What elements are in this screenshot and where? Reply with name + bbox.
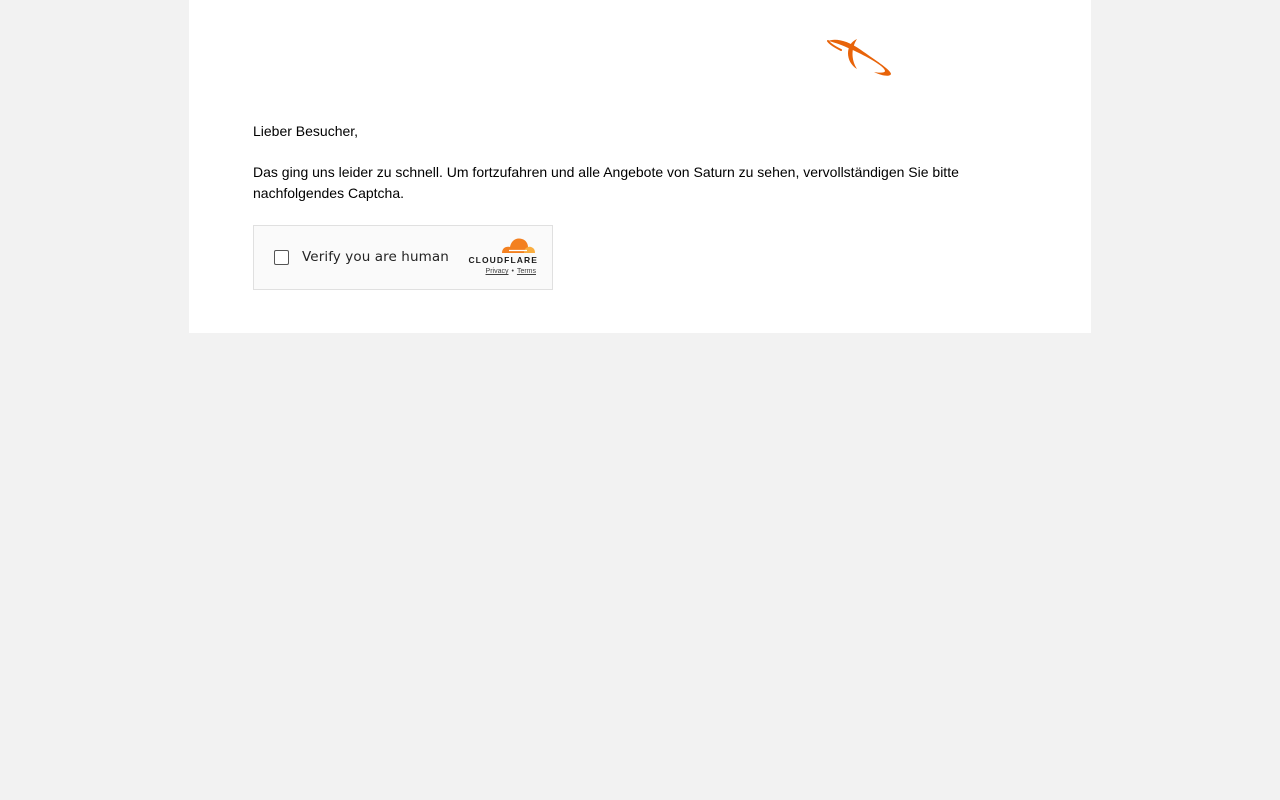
cloudflare-links: Privacy • Terms bbox=[462, 268, 536, 275]
message-block: Lieber Besucher, Das ging uns leider zu … bbox=[253, 121, 1013, 204]
cloudflare-branding: CLOUDFLARE Privacy • Terms bbox=[462, 236, 538, 280]
terms-link[interactable]: Terms bbox=[517, 268, 536, 275]
greeting-text: Lieber Besucher, bbox=[253, 123, 359, 139]
link-separator: • bbox=[511, 268, 514, 275]
captcha-widget[interactable]: Verify you are human CLOUDFLARE Privacy •… bbox=[253, 225, 553, 290]
message-text: Das ging uns leider zu schnell. Um fortz… bbox=[253, 164, 959, 201]
cloudflare-wordmark: CLOUDFLARE bbox=[468, 255, 538, 265]
challenge-card: Lieber Besucher, Das ging uns leider zu … bbox=[189, 0, 1091, 333]
verify-checkbox[interactable] bbox=[274, 250, 289, 265]
privacy-link[interactable]: Privacy bbox=[486, 268, 509, 275]
verify-label[interactable]: Verify you are human bbox=[302, 249, 449, 265]
saturn-logo-icon bbox=[827, 39, 891, 76]
cloudflare-cloud-icon bbox=[502, 238, 535, 253]
